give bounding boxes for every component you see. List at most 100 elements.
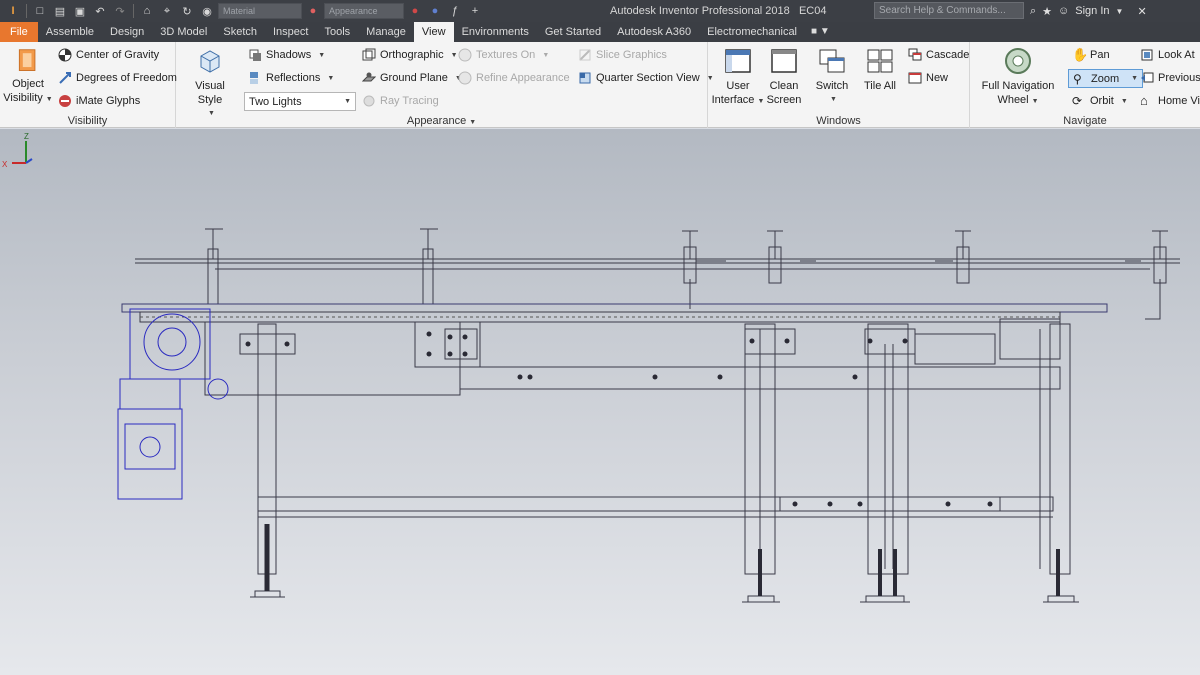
tab-design[interactable]: Design <box>102 22 152 42</box>
open-folder-icon[interactable]: ▤ <box>51 2 69 20</box>
look-at-icon <box>1141 49 1153 61</box>
cascade-button[interactable]: Cascade <box>908 48 969 62</box>
color-wheel-icon[interactable]: ● <box>304 2 322 20</box>
zoom-button[interactable]: ⚲ Zoom ▼ <box>1068 69 1144 88</box>
tab-assemble[interactable]: Assemble <box>38 22 102 42</box>
tile-all-icon <box>867 49 893 73</box>
binoculars-icon[interactable]: ⌕ <box>1030 5 1036 18</box>
orthographic-icon <box>362 48 376 61</box>
chevron-down-icon: ▼ <box>318 51 326 59</box>
save-icon[interactable]: ▣ <box>71 2 89 20</box>
redo-icon[interactable]: ↷ <box>111 2 129 20</box>
section-view-icon <box>579 72 591 84</box>
new-window-button[interactable]: New <box>908 71 948 85</box>
search-input[interactable]: Search Help & Commands... <box>874 2 1024 19</box>
user-interface-icon <box>725 49 751 73</box>
refine-appearance-button: Refine Appearance <box>458 71 570 85</box>
orthographic-button[interactable]: Orthographic ▼ <box>362 48 458 62</box>
visual-style-label: Visual Style <box>195 80 225 106</box>
center-of-gravity-button[interactable]: Center of Gravity <box>58 48 159 62</box>
tab-3d-model[interactable]: 3D Model <box>152 22 215 42</box>
reflections-button[interactable]: Reflections ▼ <box>248 71 334 85</box>
appearance-override-icon[interactable]: ● <box>406 2 424 20</box>
properties-icon[interactable]: ◉ <box>198 2 216 20</box>
sign-in-link[interactable]: Sign In <box>1075 5 1109 17</box>
drive-motor <box>117 308 229 500</box>
undo-icon[interactable]: ↶ <box>91 2 109 20</box>
new-file-icon[interactable]: □ <box>31 2 49 20</box>
orbit-label: Orbit <box>1090 95 1114 107</box>
select-filter-icon[interactable]: ⌖ <box>158 2 176 20</box>
user-interface-button[interactable]: User Interface ▼ <box>712 46 764 109</box>
slice-graphics-label: Slice Graphics <box>596 49 667 61</box>
chevron-down-icon[interactable]: ▼ <box>469 119 476 126</box>
chevron-down-icon: ▼ <box>542 51 550 59</box>
tab-autodesk-a360[interactable]: Autodesk A360 <box>609 22 699 42</box>
clean-screen-button[interactable]: Clean Screen <box>764 46 804 107</box>
tab-sketch[interactable]: Sketch <box>215 22 265 42</box>
quarter-section-view-button[interactable]: Quarter Section View ▼ <box>578 71 714 85</box>
favorites-star-icon[interactable]: ★ <box>1042 5 1052 18</box>
ground-plane-button[interactable]: Ground Plane ▼ <box>362 71 462 85</box>
material-dropdown[interactable]: Material <box>218 3 302 19</box>
slice-graphics-icon <box>579 49 591 61</box>
clean-screen-label-1: Clean <box>769 80 799 92</box>
textures-on-button: Textures On ▼ <box>458 48 549 62</box>
switch-button[interactable]: Switch ▼ <box>810 46 854 107</box>
tab-inspect[interactable]: Inspect <box>265 22 316 42</box>
clean-screen-label-2: Screen <box>766 94 802 106</box>
previous-view-button[interactable]: Previous <box>1140 71 1200 85</box>
user-icon[interactable]: ☺ <box>1058 5 1069 17</box>
quick-access-toolbar: I □ ▤ ▣ ↶ ↷ ⌂ ⌖ ↻ ◉ Material ● Appearanc… <box>0 0 484 22</box>
tile-all-button[interactable]: Tile All <box>858 46 902 93</box>
object-visibility-button[interactable]: Object Visibility ▼ <box>3 48 53 107</box>
ground-plane-icon <box>362 72 376 82</box>
ground-plane-label: Ground Plane <box>380 72 448 84</box>
pan-button[interactable]: ✋ Pan <box>1072 48 1110 62</box>
shadows-label: Shadows <box>266 49 312 61</box>
exchange-icon[interactable]: ✕ <box>1137 5 1146 18</box>
cascade-icon <box>908 48 922 61</box>
lighting-style-select[interactable]: Two Lights ▼ <box>244 92 356 111</box>
full-navigation-wheel-button[interactable]: Full Navigation Wheel ▼ <box>976 46 1060 109</box>
cascade-label: Cascade <box>926 49 970 61</box>
graphics-window[interactable]: Z X <box>0 129 1200 675</box>
visual-style-button[interactable]: Visual Style ▼ <box>184 46 236 121</box>
tab-tools[interactable]: Tools <box>316 22 358 42</box>
parameters-icon[interactable]: ƒ <box>446 2 464 20</box>
object-visibility-label-2: Visibility ▼ <box>3 92 53 104</box>
axis-triad: Z X <box>2 132 33 169</box>
sign-in-dropdown-icon[interactable]: ▼ <box>1116 7 1124 16</box>
tab-environments[interactable]: Environments <box>454 22 537 42</box>
inventor-logo-icon[interactable]: I <box>4 2 22 20</box>
conveyor-model-wireframe[interactable] <box>0 129 1200 675</box>
lower-crossbars <box>257 496 1054 518</box>
home-icon[interactable]: ⌂ <box>138 2 156 20</box>
center-of-gravity-label: Center of Gravity <box>76 49 160 61</box>
visibility-panel-title: Visibility <box>67 115 108 127</box>
ribbon-display-options-icon[interactable]: ■ ▼ <box>811 22 835 42</box>
update-icon[interactable]: ↻ <box>178 2 196 20</box>
tab-get-started[interactable]: Get Started <box>537 22 609 42</box>
look-at-button[interactable]: Look At <box>1140 48 1195 62</box>
chevron-down-icon: ▼ <box>1031 98 1039 105</box>
orthographic-label: Orthographic <box>380 49 444 61</box>
chevron-down-icon: ▼ <box>45 96 53 103</box>
ribbon: Object Visibility ▼ Center of Gravity Deg… <box>0 42 1200 128</box>
quarter-section-view-label: Quarter Section View <box>596 72 700 84</box>
chevron-down-icon[interactable]: ▼ <box>1131 75 1138 82</box>
imate-glyphs-button[interactable]: iMate Glyphs <box>58 94 140 108</box>
tab-file[interactable]: File <box>0 22 38 42</box>
tab-electromechanical[interactable]: Electromechanical <box>699 22 805 42</box>
degrees-of-freedom-button[interactable]: Degrees of Freedom <box>58 71 177 85</box>
appearance-dropdown[interactable]: Appearance <box>324 3 404 19</box>
tab-view[interactable]: View <box>413 22 454 42</box>
side-frame <box>204 318 1061 396</box>
home-view-button[interactable]: ⌂ Home View <box>1140 94 1200 108</box>
clear-appearance-icon[interactable]: ● <box>426 2 444 20</box>
appearance-panel: Visual Style ▼ Shadows ▼ Reflections ▼ Two… <box>176 42 714 128</box>
add-icon[interactable]: + <box>466 2 484 20</box>
orbit-button[interactable]: ⟳ Orbit ▼ <box>1072 94 1128 108</box>
shadows-button[interactable]: Shadows ▼ <box>248 48 325 62</box>
tab-manage[interactable]: Manage <box>358 22 414 42</box>
